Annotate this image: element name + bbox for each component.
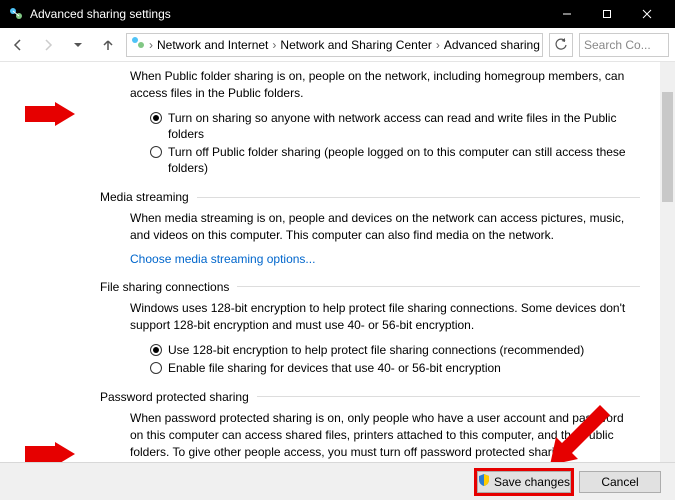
up-button[interactable] <box>96 33 120 57</box>
search-placeholder: Search Co... <box>584 38 651 52</box>
breadcrumb[interactable]: › Network and Internet › Network and Sha… <box>126 33 543 57</box>
annotation-arrow-icon <box>25 442 75 462</box>
app-icon <box>8 6 24 22</box>
cancel-button-label: Cancel <box>601 475 638 489</box>
breadcrumb-icon <box>131 36 145 53</box>
breadcrumb-item[interactable]: Advanced sharing settings <box>444 38 543 52</box>
maximize-button[interactable] <box>587 0 627 28</box>
password-desc: When password protected sharing is on, o… <box>130 410 640 460</box>
chevron-right-icon: › <box>436 38 440 52</box>
save-changes-button[interactable]: Save changes <box>477 471 571 493</box>
nav-bar: › Network and Internet › Network and Sha… <box>0 28 675 62</box>
file-sharing-desc: Windows uses 128-bit encryption to help … <box>130 300 640 334</box>
chevron-right-icon: › <box>149 38 153 52</box>
search-input[interactable]: Search Co... <box>579 33 669 57</box>
public-sharing-on-radio[interactable] <box>150 112 162 124</box>
dialog-footer: Save changes Cancel <box>0 462 675 500</box>
encryption-4056-label: Enable file sharing for devices that use… <box>168 360 501 376</box>
back-button[interactable] <box>6 33 30 57</box>
content-area: When Public folder sharing is on, people… <box>0 62 660 462</box>
media-desc: When media streaming is on, people and d… <box>130 210 640 244</box>
media-options-link[interactable]: Choose media streaming options... <box>130 252 640 266</box>
breadcrumb-item[interactable]: Network and Sharing Center <box>280 38 431 52</box>
shield-icon <box>478 474 490 489</box>
file-sharing-heading: File sharing connections <box>100 280 640 294</box>
public-sharing-off-radio[interactable] <box>150 146 162 158</box>
vertical-scrollbar[interactable] <box>660 62 675 462</box>
public-sharing-on-label: Turn on sharing so anyone with network a… <box>168 110 640 142</box>
minimize-button[interactable] <box>547 0 587 28</box>
recent-button[interactable] <box>66 33 90 57</box>
refresh-button[interactable] <box>549 33 573 57</box>
encryption-4056-radio[interactable] <box>150 362 162 374</box>
public-sharing-off-label: Turn off Public folder sharing (people l… <box>168 144 640 176</box>
public-folder-intro: When Public folder sharing is on, people… <box>130 68 640 102</box>
encryption-128-radio[interactable] <box>150 344 162 356</box>
cancel-button[interactable]: Cancel <box>579 471 661 493</box>
window-titlebar: Advanced sharing settings <box>0 0 675 28</box>
encryption-128-label: Use 128-bit encryption to help protect f… <box>168 342 584 358</box>
chevron-right-icon: › <box>272 38 276 52</box>
media-streaming-heading: Media streaming <box>100 190 640 204</box>
window-title: Advanced sharing settings <box>30 7 547 21</box>
annotation-arrow-icon <box>25 102 75 126</box>
close-button[interactable] <box>627 0 667 28</box>
breadcrumb-item[interactable]: Network and Internet <box>157 38 268 52</box>
forward-button[interactable] <box>36 33 60 57</box>
password-heading: Password protected sharing <box>100 390 640 404</box>
scroll-thumb[interactable] <box>662 92 673 202</box>
save-button-label: Save changes <box>494 475 570 489</box>
